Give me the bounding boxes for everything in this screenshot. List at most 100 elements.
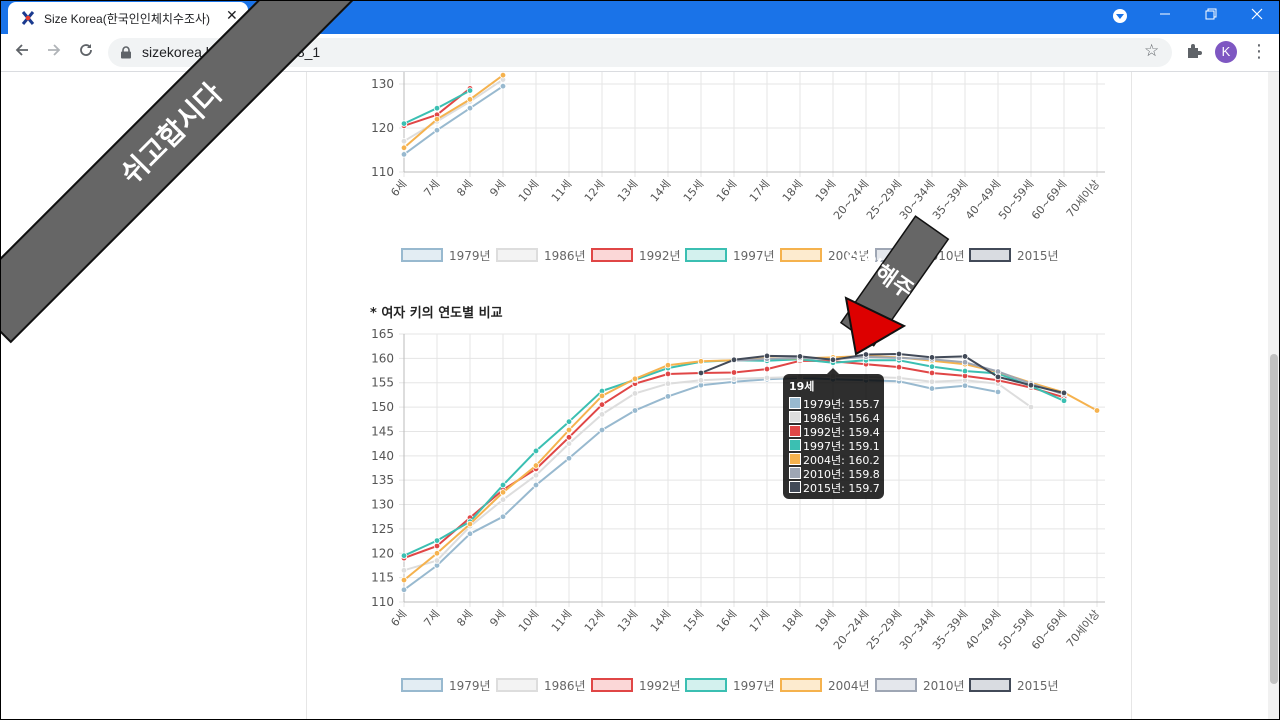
data-point <box>697 377 705 384</box>
scrollbar-thumb[interactable] <box>1270 354 1278 684</box>
chart-tooltip: 19세 1979년: 155.7 1986년: 156.4 1992년: 159… <box>783 368 884 499</box>
tooltip-title: 19세 <box>789 380 815 393</box>
data-point <box>565 418 573 425</box>
legend-label: 1986년 <box>544 679 586 693</box>
y-tick-label: 160 <box>371 351 394 365</box>
data-point <box>895 374 903 382</box>
y-tick-label: 135 <box>371 473 394 487</box>
x-tick-label: 9세 <box>487 178 508 199</box>
data-point <box>598 401 606 408</box>
browser-menu-icon[interactable]: ⋮ <box>1250 41 1268 63</box>
x-tick-label: 8세 <box>454 608 475 629</box>
extensions-puzzle-icon[interactable] <box>1184 41 1204 61</box>
x-tick-label: 70세이상 <box>1064 608 1102 650</box>
x-tick-label: 70세이상 <box>1064 178 1102 220</box>
size-korea-favicon-icon <box>21 11 35 25</box>
legend-swatch <box>401 248 443 262</box>
y-tick-label: 110 <box>371 595 394 609</box>
restore-icon <box>1205 8 1217 20</box>
series-line <box>403 354 1098 581</box>
lock-icon[interactable] <box>120 46 132 59</box>
x-tick-label: 11세 <box>549 178 574 205</box>
x-tick-label: 15세 <box>681 178 706 205</box>
forward-button[interactable] <box>40 39 68 67</box>
data-point <box>928 369 936 377</box>
y-tick-label: 125 <box>371 522 394 536</box>
data-point <box>466 520 474 528</box>
reload-button[interactable] <box>72 39 100 67</box>
data-point <box>565 440 573 447</box>
data-point <box>466 96 474 103</box>
tab-search-icon[interactable] <box>1113 9 1127 23</box>
x-tick-label: 19세 <box>813 608 838 635</box>
tooltip-row: 2015년: 159.7 <box>789 480 880 495</box>
page-viewport: * 여자 키의 연도별 비교 110 120 130 6세 7세 8세 9세 10세 11세 12… <box>0 72 1270 720</box>
legend-label: 2010년 <box>923 679 965 693</box>
page-scrollbar[interactable] <box>1268 72 1280 720</box>
x-tick-label: 60~69세 <box>1029 608 1069 653</box>
data-point <box>400 151 408 158</box>
x-tick-label: 10세 <box>516 178 541 205</box>
x-tick-label: 14세 <box>648 608 673 635</box>
close-icon <box>1251 8 1263 20</box>
data-point <box>565 426 573 434</box>
x-tick-label: 17세 <box>747 178 772 205</box>
legend-label: 1986년 <box>544 249 586 263</box>
data-point <box>499 481 507 489</box>
close-window-button[interactable] <box>1234 0 1280 32</box>
profile-avatar[interactable]: K <box>1215 41 1237 63</box>
data-point <box>631 390 639 397</box>
x-tick-label: 60~69세 <box>1029 178 1069 223</box>
data-point <box>796 353 804 360</box>
back-arrow-icon <box>15 44 28 56</box>
legend-swatch <box>780 678 822 692</box>
data-point <box>499 489 507 496</box>
data-point <box>499 82 507 90</box>
data-point <box>400 120 408 127</box>
legend-swatch <box>401 678 443 692</box>
minimize-button[interactable] <box>1142 0 1188 32</box>
data-point <box>433 537 441 544</box>
data-point <box>598 411 606 418</box>
tooltip-row: 1979년: 155.7 <box>789 396 880 411</box>
browser-tab[interactable]: Size Korea(한국인인체치수조사) ✕ <box>8 2 248 34</box>
bookmark-star-icon[interactable]: ☆ <box>1144 41 1159 61</box>
x-tick-label: 18세 <box>780 178 805 205</box>
data-point <box>895 363 903 371</box>
forward-arrow-icon <box>48 44 61 56</box>
data-point <box>961 382 969 389</box>
pointer-arrow: 주의해주세요 <box>837 215 951 356</box>
data-point <box>994 388 1002 396</box>
legend-swatch <box>789 453 801 465</box>
data-point <box>1093 407 1101 414</box>
data-point <box>994 368 1002 375</box>
y-tick-label: 120 <box>371 546 394 560</box>
y-tick-label: 130 <box>371 498 394 512</box>
x-tick-label: 13세 <box>615 178 640 205</box>
x-tick-label: 7세 <box>421 608 442 629</box>
x-tick-label: 11세 <box>549 608 574 635</box>
data-point <box>433 127 441 134</box>
data-point <box>433 557 441 564</box>
tooltip-row: 2004년: 160.2 <box>789 452 880 467</box>
data-point <box>433 105 441 112</box>
y-tick-label: 150 <box>371 400 394 414</box>
data-point <box>400 144 408 151</box>
x-tick-label: 7세 <box>421 178 442 199</box>
data-point <box>565 455 573 462</box>
tooltip-row: 1986년: 156.4 <box>789 410 880 425</box>
series-line <box>403 374 1032 572</box>
legend-label: 1992년 <box>639 679 681 693</box>
data-point <box>1060 397 1068 404</box>
x-tick-label: 19세 <box>813 178 838 205</box>
restore-button[interactable] <box>1188 0 1234 32</box>
x-tick-label: 6세 <box>388 608 409 629</box>
data-point <box>730 375 738 383</box>
back-button[interactable] <box>8 39 36 67</box>
y-tick-label: 110 <box>371 165 394 179</box>
data-point <box>961 359 969 366</box>
y-tick-label: 155 <box>371 376 394 390</box>
data-point <box>433 550 441 557</box>
x-tick-label: 12세 <box>582 608 607 635</box>
data-point <box>598 426 606 434</box>
